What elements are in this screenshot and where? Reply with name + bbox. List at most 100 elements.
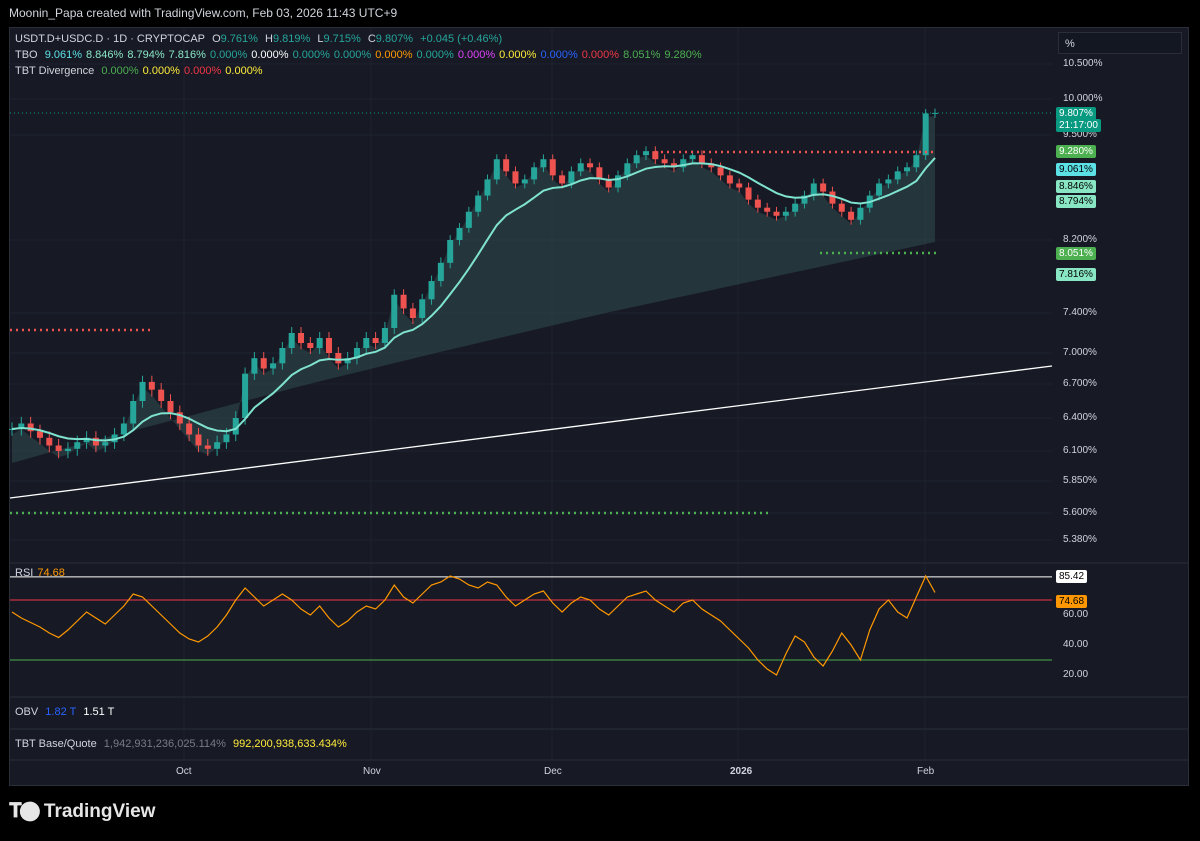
candle-body-70 — [661, 159, 668, 164]
tbo-value-15: 8.051% — [623, 49, 661, 61]
candle-body-82 — [773, 211, 780, 216]
symbol-legend: USDT.D+USDC.D · 1D · CRYPTOCAP O9.761% H… — [15, 33, 506, 45]
candle-body-40 — [381, 328, 388, 343]
rsi-tick-0: 60.00 — [1063, 609, 1089, 620]
divergence-value-1: 0.000% — [101, 65, 139, 77]
time-tick-2: Dec — [544, 766, 562, 777]
candle-body-43 — [409, 308, 416, 318]
candle-body-54 — [512, 171, 519, 184]
candle-body-28 — [270, 363, 277, 369]
candle-body-80 — [754, 199, 761, 208]
candle-body-50 — [475, 195, 482, 212]
close-value: 9.807% — [375, 33, 414, 45]
candle-body-46 — [437, 262, 444, 282]
candle-body-29 — [279, 348, 286, 364]
candle-body-33 — [316, 338, 323, 348]
candle-body-38 — [363, 338, 370, 348]
divergence-value-2: 0.000% — [142, 65, 180, 77]
candle-body-83 — [782, 211, 789, 216]
candle-body-97 — [913, 155, 920, 168]
tbo-legend[interactable]: TBO 9.061% 8.846% 8.794% 7.816% 0.000% 0.000%… — [15, 49, 706, 61]
candle-body-53 — [503, 159, 510, 172]
price-pill-4: 8.846% — [1056, 180, 1096, 193]
candle-body-26 — [251, 358, 258, 374]
candle-body-76 — [717, 167, 724, 176]
candle-body-77 — [726, 175, 733, 184]
price-pill-1: 21:17:00 — [1056, 119, 1101, 132]
obv-legend[interactable]: OBV 1.82 T 1.51 T — [15, 706, 118, 718]
tradingview-logo: 𝐓⬤ TradingView — [9, 800, 155, 823]
candle-body-13 — [130, 401, 137, 424]
trend-line — [9, 365, 1053, 499]
candle-body-49 — [465, 211, 472, 228]
tbo-value-12: 0.000% — [499, 49, 537, 61]
price-tick-10: 5.600% — [1063, 507, 1097, 518]
price-tick-1: 10.000% — [1063, 93, 1103, 104]
candle-body-57 — [540, 159, 547, 168]
candle-body-22 — [214, 442, 221, 449]
tbo-value-5: 0.000% — [209, 49, 248, 61]
tbo-value-1: 9.061% — [44, 49, 82, 61]
price-pill-5: 8.794% — [1056, 195, 1096, 208]
candle-body-96 — [904, 167, 911, 172]
tbo-value-10: 0.000% — [416, 49, 454, 61]
high-label: H — [265, 33, 273, 45]
candle-body-65 — [615, 175, 622, 188]
candle-body-68 — [642, 151, 649, 156]
divergence-legend[interactable]: TBT Divergence 0.000% 0.000% 0.000% 0.000% — [15, 65, 267, 77]
symbol-name[interactable]: USDT.D+USDC.D · 1D · CRYPTOCAP — [15, 33, 205, 45]
price-tick-4: 7.400% — [1063, 307, 1097, 318]
high-value: 9.819% — [272, 33, 311, 45]
candle-body-10 — [102, 442, 109, 446]
candle-body-58 — [549, 159, 556, 176]
price-tick-5: 7.000% — [1063, 347, 1097, 358]
candle-body-34 — [325, 338, 332, 353]
candle-body-60 — [568, 171, 575, 184]
candle-body-84 — [792, 203, 799, 212]
rsi-pill-1: 74.68 — [1056, 594, 1088, 608]
price-tick-3: 8.200% — [1063, 234, 1097, 245]
base-quote-legend[interactable]: TBT Base/Quote 1,942,931,236,025.114% 99… — [15, 738, 351, 750]
candle-body-55 — [521, 179, 528, 184]
chart-canvas[interactable] — [0, 0, 1200, 841]
rsi-label: RSI — [15, 567, 34, 579]
candle-body-42 — [400, 294, 407, 309]
scale-mode-box[interactable]: % — [1058, 32, 1182, 54]
candle-body-59 — [559, 175, 566, 184]
tbo-cloud — [12, 116, 935, 463]
candle-body-87 — [820, 183, 827, 192]
tbo-value-13: 0.000% — [540, 49, 578, 61]
candle-body-61 — [577, 163, 584, 172]
candle-body-48 — [456, 227, 463, 240]
obv-value-1: 1.82 T — [45, 706, 77, 718]
candle-body-25 — [242, 373, 249, 418]
tbo-value-7: 0.000% — [292, 49, 330, 61]
candle-body-62 — [587, 163, 594, 168]
time-tick-1: Nov — [363, 766, 381, 777]
time-tick-0: Oct — [176, 766, 192, 777]
price-pill-2: 9.280% — [1056, 145, 1096, 158]
candle-body-67 — [633, 155, 640, 164]
candle-body-3 — [36, 431, 43, 438]
price-tick-8: 6.100% — [1063, 445, 1097, 456]
price-pill-3: 9.061% — [1056, 163, 1096, 176]
candle-body-98 — [922, 113, 929, 156]
base-quote-label: TBT Base/Quote — [15, 738, 97, 750]
tbo-value-16: 9.280% — [664, 49, 702, 61]
time-tick-4: Feb — [917, 766, 935, 777]
change-value: +0.045 (+0.46%) — [420, 33, 503, 45]
close-label: C — [367, 33, 376, 45]
divergence-value-4: 0.000% — [225, 65, 263, 77]
rsi-legend[interactable]: RSI 74.68 — [15, 567, 69, 579]
price-pill-6: 8.051% — [1056, 247, 1096, 260]
price-tick-7: 6.400% — [1063, 412, 1097, 423]
tbo-label: TBO — [15, 49, 38, 61]
candle-body-89 — [838, 203, 845, 212]
rsi-value: 74.68 — [37, 567, 65, 579]
obv-label: OBV — [15, 706, 39, 718]
price-pill-7: 7.816% — [1056, 268, 1096, 281]
candle-body-79 — [745, 187, 752, 200]
base-quote-value-1: 1,942,931,236,025.114% — [103, 738, 226, 750]
candle-body-30 — [288, 333, 295, 348]
candle-body-41 — [391, 294, 398, 328]
